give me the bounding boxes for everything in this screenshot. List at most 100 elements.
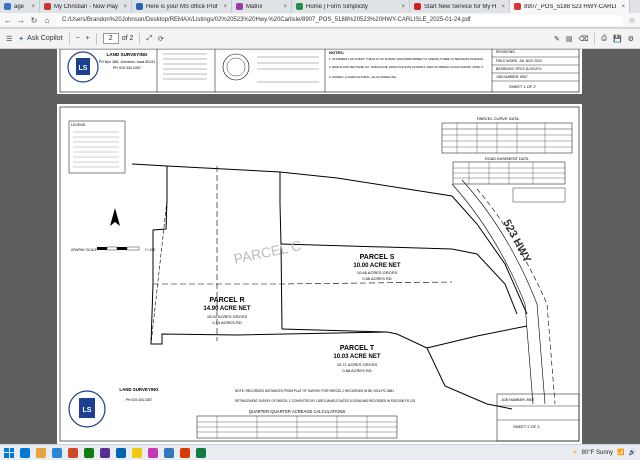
zoom-in-button[interactable]: + xyxy=(86,35,90,42)
tab-favicon-icon xyxy=(136,3,143,10)
company-phone: PH 515 334 2287 xyxy=(113,66,141,70)
browser-tab[interactable]: Here is your MS office Professio × xyxy=(132,0,232,13)
close-tab-icon[interactable]: × xyxy=(31,4,35,10)
taskbar: ☀ 80°F Sunny 📶 🔊 xyxy=(0,444,640,460)
rotate-icon[interactable]: ⟳ xyxy=(158,35,164,43)
note-1: 1. STATEMENT OF INTENT: THE PLAT OF SURV… xyxy=(329,57,484,61)
sheet-number-label: SHEET 1 OF 2 xyxy=(509,84,536,89)
ask-copilot-button[interactable]: ✦ Ask Copilot xyxy=(18,35,62,43)
erase-icon[interactable]: ⌫ xyxy=(578,35,588,43)
company-name: LAND SURVEYING xyxy=(106,52,147,57)
browser-tab-bar: age×My Christian - Now Playing×Here is y… xyxy=(0,0,640,13)
forward-icon[interactable]: → xyxy=(17,16,25,25)
taskbar-app-icon[interactable] xyxy=(52,447,62,458)
print-icon[interactable]: ⎙ xyxy=(601,35,607,43)
bearings-label: BEARINGS: SPCS IA SOUTH xyxy=(496,67,542,71)
parcel-s-gross: 10.66 ACRES GROSS xyxy=(357,270,398,275)
svg-text:LS: LS xyxy=(83,407,92,414)
draw-icon[interactable]: ✎ xyxy=(554,35,560,43)
parcel-r-net: 14.90 ACRE NET xyxy=(203,306,250,312)
north-arrow-icon xyxy=(110,208,120,226)
highlight-icon[interactable]: ▤ xyxy=(566,35,573,43)
taskbar-app-icon[interactable] xyxy=(164,447,174,458)
toolbar-divider xyxy=(139,32,141,45)
tab-favicon-icon xyxy=(44,3,51,10)
star-icon[interactable]: ☆ xyxy=(628,16,636,25)
taskbar-app-icon[interactable] xyxy=(196,447,206,458)
revisions-label: REVISIONS: xyxy=(496,50,515,54)
recorded-distances-note: NOTE: RECORDED DISTANCES FROM PLAT OF SU… xyxy=(235,389,394,393)
taskbar-app-icon[interactable] xyxy=(100,447,110,458)
url-text: C:/Users/Brandon%20Johnson/Desktop/REMAX… xyxy=(62,17,471,23)
taskbar-app-icon[interactable] xyxy=(68,447,78,458)
toolbar-divider xyxy=(594,32,596,45)
save-icon[interactable]: 💾 xyxy=(613,35,622,43)
close-tab-icon[interactable]: × xyxy=(123,4,127,10)
taskbar-app-icon[interactable] xyxy=(116,447,126,458)
weather-text: 80°F Sunny xyxy=(581,449,614,456)
watermark-parcel-label: PARCEL C xyxy=(232,237,302,267)
parcel-t-gross: 10.71 ACRES GROSS xyxy=(337,362,378,367)
parcel-t-rd: 0.68 ACRES RD xyxy=(342,368,371,373)
tab-favicon-icon xyxy=(4,3,11,10)
menu-icon[interactable]: ☰ xyxy=(6,35,12,43)
taskbar-app-icon[interactable] xyxy=(20,447,30,458)
tab-label: Start New Service for My Home xyxy=(424,3,497,10)
close-tab-icon[interactable]: × xyxy=(501,4,505,10)
browser-tab[interactable]: Start New Service for My Home × xyxy=(410,0,510,13)
address-bar: ← → ↻ ⌂ C:/Users/Brandon%20Johnson/Deskt… xyxy=(0,13,640,28)
company-logo-bottom: LS xyxy=(68,390,106,428)
pdf-toolbar: ☰ ✦ Ask Copilot − + 2 of 2 ⤢ ⟳ ✎ ▤ ⌫ ⎙ 💾 … xyxy=(0,29,640,49)
parcel-r-name: PARCEL R xyxy=(209,297,244,304)
scale-bar xyxy=(97,246,140,251)
browser-tab[interactable]: 8907_POS_5188 523 HWY-CARLISLE... × xyxy=(510,0,630,13)
easement-table-title: ROAD EASEMENT DATA xyxy=(485,157,529,161)
browser-tab[interactable]: Home | Form Simplicity × xyxy=(292,0,410,13)
certification-text xyxy=(163,53,207,80)
tab-label: Home | Form Simplicity xyxy=(306,3,368,10)
tab-favicon-icon xyxy=(414,3,421,10)
company-logo: LS xyxy=(67,51,99,83)
legend-box: LEGEND xyxy=(68,120,126,174)
fit-page-icon[interactable]: ⤢ xyxy=(146,35,152,43)
signature-lines xyxy=(257,56,319,83)
browser-tab[interactable]: Matrix × xyxy=(232,0,292,13)
refresh-icon[interactable]: ↻ xyxy=(30,16,38,25)
taskbar-app-icon[interactable] xyxy=(132,447,142,458)
svg-text:LS: LS xyxy=(79,65,88,72)
home-icon[interactable]: ⌂ xyxy=(43,16,51,25)
taskbar-app-icon[interactable] xyxy=(84,447,94,458)
close-tab-icon[interactable]: × xyxy=(621,4,625,10)
back-icon[interactable]: ← xyxy=(4,16,12,25)
taskbar-app-icon[interactable] xyxy=(36,447,46,458)
close-tab-icon[interactable]: × xyxy=(401,4,405,10)
qq-table-title: QUARTER-QUARTER ACREAGE CALCULATIONS xyxy=(249,409,346,414)
close-tab-icon[interactable]: × xyxy=(283,4,287,10)
parcel-s-net: 10.00 ACRE NET xyxy=(353,263,400,269)
tab-favicon-icon xyxy=(296,3,303,10)
road-label: 523 HWY xyxy=(500,218,533,266)
pdf-page-2: LEGEND GRAPHIC SCALE 1"=150' 523 HWY PAR… xyxy=(57,104,582,444)
browser-tab[interactable]: age × xyxy=(0,0,40,13)
url-field[interactable]: C:/Users/Brandon%20Johnson/Desktop/REMAX… xyxy=(56,14,623,26)
taskbar-app-icon[interactable] xyxy=(148,447,158,458)
parcel-r-gross: 15.04 ACRES GROSS xyxy=(207,314,248,319)
browser-tab[interactable]: My Christian - Now Playing × xyxy=(40,0,132,13)
close-tab-icon[interactable]: × xyxy=(223,4,227,10)
toolbar-divider xyxy=(95,32,97,45)
wifi-icon[interactable]: 📶 xyxy=(617,449,624,456)
settings-icon[interactable]: ⚙ xyxy=(628,35,634,43)
start-icon[interactable] xyxy=(4,447,14,458)
curve-table-title: PARCEL CURVE DATA xyxy=(477,116,519,121)
system-tray: ☀ 80°F Sunny 📶 🔊 xyxy=(572,449,636,457)
company-address: PO Box 388, Johnston, Iowa 50131 xyxy=(99,60,156,64)
zoom-out-button[interactable]: − xyxy=(76,35,80,42)
pdf-viewer[interactable]: LS LAND SURVEYING PO Box 388, Johnston, … xyxy=(0,49,640,444)
pdf-page-1: LS LAND SURVEYING PO Box 388, Johnston, … xyxy=(57,49,582,94)
volume-icon[interactable]: 🔊 xyxy=(629,449,636,456)
tab-label: Here is your MS office Professio xyxy=(146,3,218,10)
taskbar-app-icon[interactable] xyxy=(180,447,190,458)
note-3: 3. ZONING: A-AGRICULTURAL, AS-AG DWELLIN… xyxy=(329,75,397,79)
field-work-label: FIELD WORK: JUL NOV 2024 xyxy=(496,59,542,63)
page-number-input[interactable]: 2 xyxy=(102,33,119,44)
